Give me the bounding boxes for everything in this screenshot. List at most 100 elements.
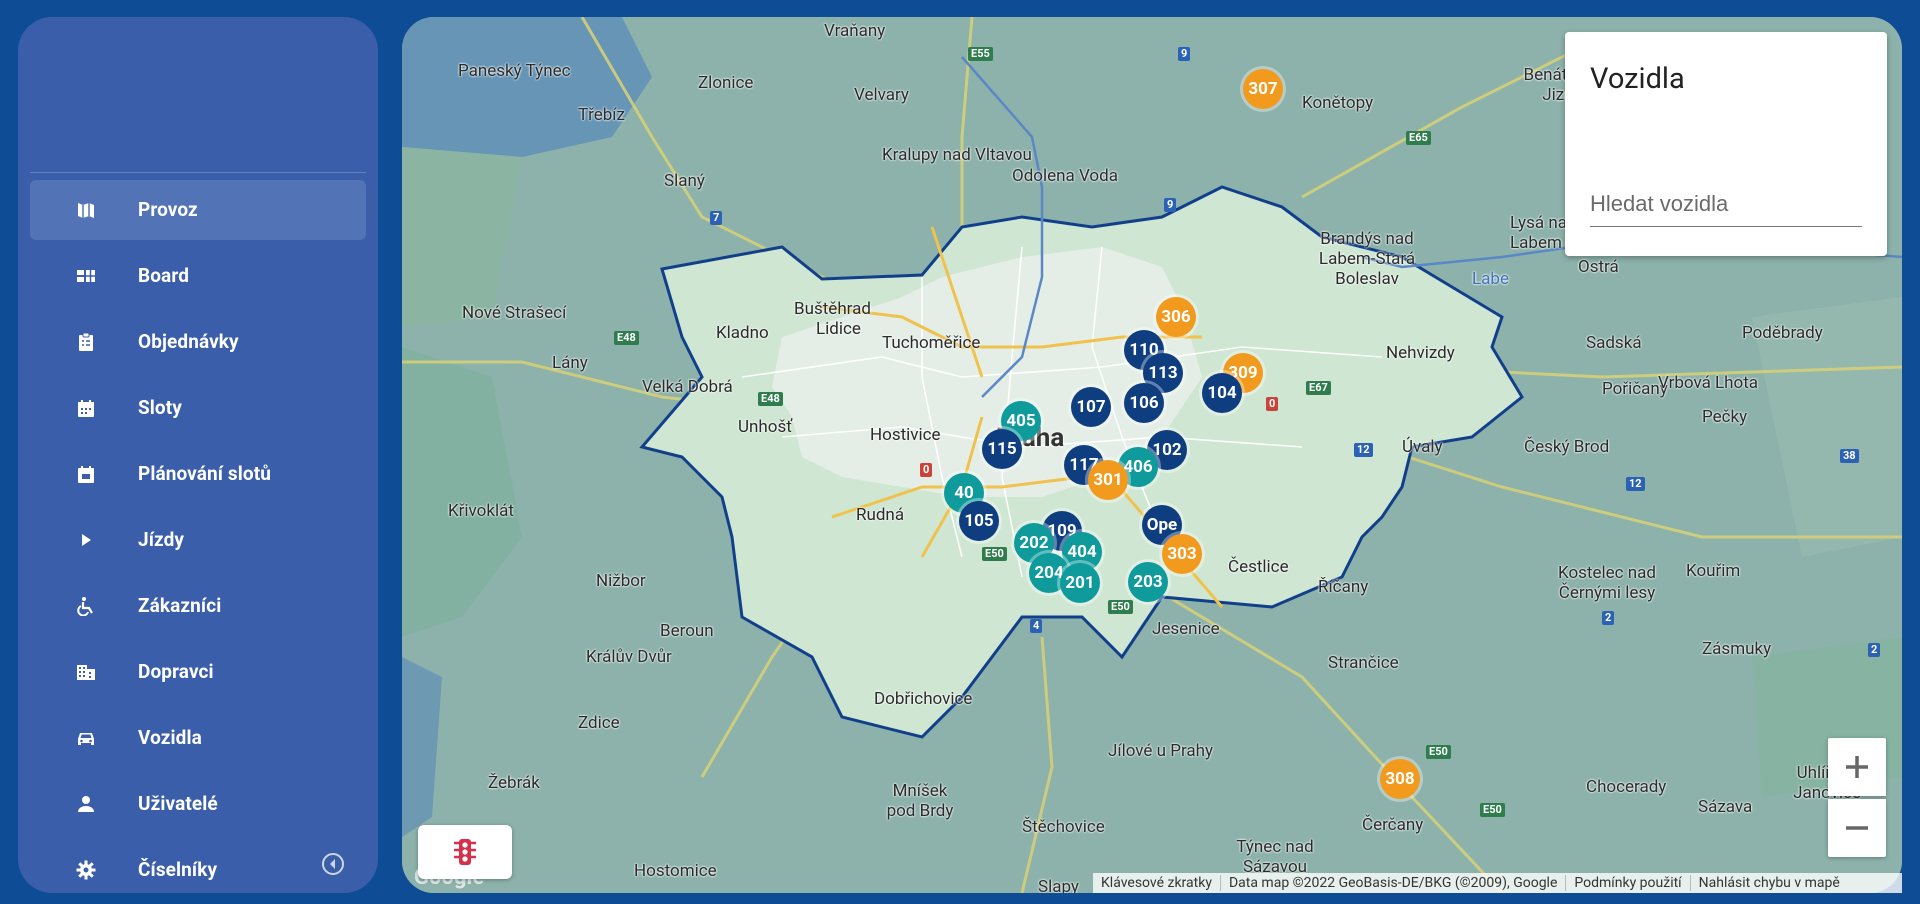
place-label: Sázava [1698,797,1753,817]
road-sign: 12 [1626,477,1645,491]
person-icon [76,794,96,814]
place-label: Čestlice [1228,557,1289,577]
road-sign: E48 [758,392,783,406]
sidebar-item-planovani-slotu[interactable]: Plánování slotů [30,444,366,504]
sidebar-item-board[interactable]: Board [30,246,366,306]
vehicle-marker[interactable]: 105 [959,501,999,541]
car-icon [76,728,96,748]
place-label: Lidice [816,319,861,339]
sidebar-item-provoz[interactable]: Provoz [30,180,366,240]
place-label: Nižbor [596,571,646,591]
place-label: Slaný [664,171,705,191]
vehicle-marker[interactable]: 201 [1060,563,1100,603]
keyboard-shortcuts-link[interactable]: Klávesové zkratky [1093,875,1221,891]
place-label: Vrbová Lhota [1658,373,1759,393]
traffic-layer-button[interactable] [418,825,512,879]
road-sign: E65 [1406,131,1431,145]
place-label: Odolena Voda [1012,166,1118,186]
place-label: Sadská [1586,333,1642,353]
vehicle-marker[interactable]: 307 [1243,69,1283,109]
sidebar-item-label: Dopravci [138,660,214,683]
dashboard-icon [76,266,96,286]
place-label: Týnec nad Sázavou [1236,837,1314,877]
road-sign: 9 [1178,47,1191,61]
sidebar-item-label: Provoz [138,198,198,221]
place-label: Třebíz [578,105,625,125]
sidebar-item-jizdy[interactable]: Jízdy [30,510,366,570]
terms-link[interactable]: Podmínky použití [1566,875,1691,891]
road-sign: 38 [1840,449,1859,463]
traffic-light-icon [454,839,476,865]
place-label: Štěchovice [1022,817,1105,837]
calendar-icon [76,398,96,418]
map-data-text: Data map ©2022 GeoBasis-DE/BKG (©2009), … [1221,875,1567,891]
river-label: Labe [1472,269,1509,289]
vehicle-marker[interactable]: 308 [1380,759,1420,799]
zoom-out-button[interactable] [1828,799,1886,857]
place-label: Poděbrady [1742,323,1823,343]
event-calendar-icon [76,464,96,484]
place-label: Čerčany [1362,815,1424,835]
accessible-icon [76,596,96,616]
vehicle-marker[interactable]: 115 [982,429,1022,469]
sidebar-item-label: Board [138,264,189,287]
map-attribution: Klávesové zkratky Data map ©2022 GeoBasi… [1093,873,1902,893]
vehicle-marker[interactable]: 107 [1071,387,1111,427]
vehicle-search-input[interactable] [1590,182,1862,227]
road-sign: 4 [1030,619,1043,633]
place-label: Hostomice [634,861,717,881]
building-icon [76,662,96,682]
road-sign: 0 [1266,397,1279,411]
road-sign: E50 [1426,745,1451,759]
road-sign: E50 [1108,600,1133,614]
place-label: Nehvizdy [1386,343,1455,363]
vehicles-panel: Vozidla [1565,32,1887,256]
road-sign: 9 [1164,198,1177,212]
place-label: Zdice [578,713,620,733]
place-label: Konětopy [1302,93,1374,113]
vehicle-marker[interactable]: 301 [1088,460,1128,500]
place-label: Ostrá [1578,257,1619,277]
vehicle-marker[interactable]: 106 [1124,383,1164,423]
sidebar-item-vozidla[interactable]: Vozidla [30,708,366,768]
vehicle-marker[interactable]: 306 [1156,297,1196,337]
place-label: Pečky [1702,407,1748,427]
gear-icon [76,860,96,880]
place-label: Chocerady [1586,777,1667,797]
place-label: Hostivice [870,425,941,445]
road-sign: E50 [982,547,1007,561]
sidebar-item-label: Jízdy [138,528,185,551]
chevron-left-circle-icon [322,853,344,875]
sidebar-item-uzivatele[interactable]: Uživatelé [30,774,366,834]
sidebar-item-label: Vozidla [138,726,202,749]
place-label: Unhošť [738,417,793,437]
sidebar-item-label: Sloty [138,396,182,419]
place-label: Kralupy nad Vltavou [882,145,1032,165]
map-icon [76,200,96,220]
place-label: Strančice [1328,653,1399,673]
place-label: Lány [552,353,588,373]
sidebar-item-ciselniky[interactable]: Číselníky [30,840,366,893]
place-label: Buštěhrad [794,299,871,319]
sidebar-item-label: Číselníky [138,858,218,881]
place-label: Jílové u Prahy [1108,741,1214,761]
collapse-sidebar-button[interactable] [320,851,346,877]
road-sign: E67 [1306,381,1331,395]
road-sign: 2 [1602,611,1615,625]
place-label: Velvary [854,85,909,105]
place-label: Vraňany [824,21,886,41]
vehicle-marker[interactable]: 203 [1128,562,1168,602]
zoom-in-button[interactable] [1828,738,1886,796]
report-error-link[interactable]: Nahlásit chybu v mapě [1691,875,1848,891]
sidebar-item-label: Objednávky [138,330,239,353]
play-icon [76,530,96,550]
sidebar-item-zakaznici[interactable]: Zákazníci [30,576,366,636]
sidebar-item-dopravci[interactable]: Dopravci [30,642,366,702]
place-label: Úvaly [1402,437,1443,457]
sidebar-item-sloty[interactable]: Sloty [30,378,366,438]
vehicle-marker[interactable]: 303 [1162,534,1202,574]
minus-icon [1846,826,1868,830]
place-label: Kostelec nad Černými lesy [1558,563,1656,603]
vehicle-marker[interactable]: 104 [1202,373,1242,413]
sidebar-item-objednavky[interactable]: Objednávky [30,312,366,372]
